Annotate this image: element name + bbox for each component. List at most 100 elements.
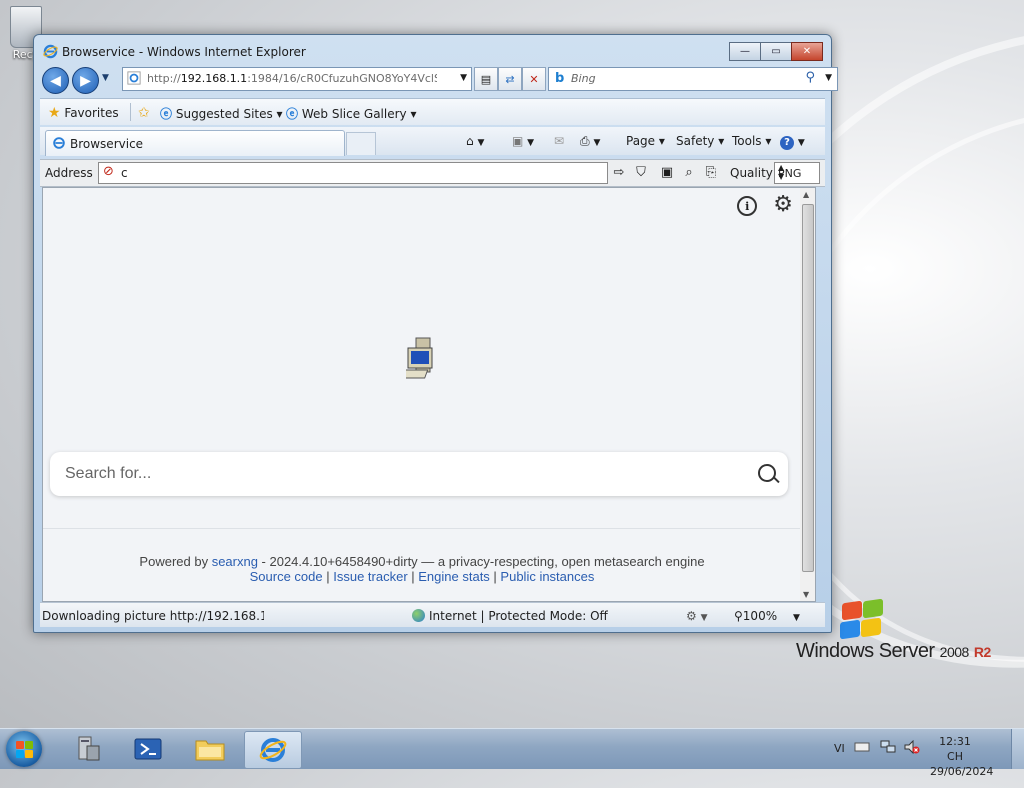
minimize-button[interactable]: — xyxy=(729,42,761,61)
page-footer: Powered by searxng - 2024.4.10+6458490+d… xyxy=(43,554,801,584)
address-label: Address xyxy=(45,166,93,180)
show-desktop-button[interactable] xyxy=(1011,729,1024,769)
security-zone[interactable]: Internet | Protected Mode: Off xyxy=(412,609,608,623)
public-instances-link[interactable]: Public instances xyxy=(500,569,594,584)
zoom-control[interactable]: ⚲100% ▼ xyxy=(734,609,800,623)
start-button[interactable] xyxy=(6,731,42,767)
system-clock[interactable]: 12:31 CH 29/06/2024 xyxy=(930,734,993,779)
clipboard-icon[interactable]: ⎘ xyxy=(702,163,720,181)
ie-page-icon: ⓔ xyxy=(286,107,299,121)
clock-time: 12:31 CH xyxy=(939,735,971,763)
help-icon: ? xyxy=(780,136,794,150)
source-code-link[interactable]: Source code xyxy=(250,569,323,584)
web-slice-gallery-link[interactable]: ⓔ Web Slice Gallery ▾ xyxy=(286,105,416,122)
ie-logo-icon xyxy=(43,44,58,59)
browservice-toolbar: Address ⊘ c ⇨ ⛉ ▣ ⌕ ⎘ Quality PNG ▲ ▼ xyxy=(40,159,825,187)
tab-bar: Browservice ⌂ ▼ ▣ ▼ ✉ ⎙ ▼ Page ▾ Safety … xyxy=(40,127,825,156)
bing-search-box[interactable]: b Bing ⚲ ▼ xyxy=(548,67,838,91)
back-button[interactable]: ◀ xyxy=(42,67,69,94)
ie-page-icon: ⓔ xyxy=(160,107,173,121)
scroll-down-arrow-icon[interactable]: ▼ xyxy=(803,590,809,599)
search-icon[interactable] xyxy=(758,464,776,482)
maximize-button[interactable]: ▭ xyxy=(760,42,792,61)
page-menu[interactable]: Page ▾ xyxy=(626,134,665,148)
language-indicator[interactable]: VI xyxy=(834,742,845,755)
ie-window: Browservice - Windows Internet Explorer … xyxy=(33,34,838,633)
keyboard-icon[interactable] xyxy=(854,740,870,754)
bing-logo-icon: b xyxy=(555,71,565,86)
protected-mode-icon[interactable]: ⚙ ▼ xyxy=(686,609,708,623)
title-bar[interactable]: Browservice - Windows Internet Explorer … xyxy=(34,35,831,65)
search-bar[interactable]: Search for... xyxy=(50,452,788,496)
computer-loading-icon xyxy=(406,337,433,379)
server-manager-icon xyxy=(78,736,100,761)
help-button[interactable]: ? ▼ xyxy=(780,134,805,150)
safety-menu[interactable]: Safety ▾ xyxy=(676,134,724,148)
address-input[interactable]: ⊘ c xyxy=(98,162,608,184)
stop-icon[interactable]: ✕ xyxy=(522,67,546,91)
navigation-bar: ◀ ▶ ▼ http://192.168.1.1:1984/16/cR0Cfuz… xyxy=(40,66,838,94)
explorer-taskbar-button[interactable] xyxy=(182,731,238,767)
address-dropdown-icon[interactable]: ▼ xyxy=(460,73,467,83)
go-arrow-icon[interactable]: ⇨ xyxy=(610,163,628,181)
zoom-magnifier-icon: ⚲ xyxy=(734,609,743,623)
powershell-taskbar-button[interactable] xyxy=(120,731,176,767)
status-progress-text: Downloading picture http://192.168.1.1:1… xyxy=(42,609,264,623)
gear-icon[interactable]: ⚙ xyxy=(773,194,793,216)
address-input-value: c xyxy=(121,166,128,180)
feeds-button[interactable]: ▣ ▼ xyxy=(512,134,534,148)
ie-logo-icon xyxy=(259,738,287,762)
issue-tracker-link[interactable]: Issue tracker xyxy=(333,569,407,584)
print-button[interactable]: ⎙ ▼ xyxy=(580,134,600,149)
taskbar: VI 12:31 CH 29/06/2024 xyxy=(0,728,1024,778)
window-title: Browservice - Windows Internet Explorer xyxy=(62,45,306,59)
suggested-sites-link[interactable]: ⓔ Suggested Sites ▾ xyxy=(160,105,283,122)
find-binoculars-icon[interactable]: ⌕ xyxy=(680,163,698,181)
favorites-bar: ★ Favorites ✩ ⓔ Suggested Sites ▾ ⓔ Web … xyxy=(40,98,825,125)
ie-address-box[interactable]: http://192.168.1.1:1984/16/cR0CfuzuhGNO8… xyxy=(122,67,472,91)
home-button[interactable]: ⌂ ▼ xyxy=(466,134,484,148)
brand-version: 2008 xyxy=(939,644,970,660)
ie-taskbar-button[interactable] xyxy=(244,731,302,769)
tab-browservice[interactable]: Browservice xyxy=(45,130,345,156)
forward-button[interactable]: ▶ xyxy=(72,67,99,94)
read-mail-button[interactable]: ✉ xyxy=(554,134,564,148)
bookmarks-list-icon[interactable]: ▣ xyxy=(658,163,676,181)
vertical-scrollbar[interactable]: ▲ ▼ xyxy=(800,187,816,602)
scrollbar-thumb[interactable] xyxy=(802,204,814,572)
favorites-button[interactable]: ★ Favorites xyxy=(48,105,119,121)
add-to-favorites-bar-icon[interactable]: ✩ xyxy=(138,105,150,121)
powershell-icon xyxy=(134,738,162,760)
scroll-up-arrow-icon[interactable]: ▲ xyxy=(803,190,809,199)
favorites-star-icon: ★ xyxy=(48,105,61,121)
search-icon[interactable]: ⚲ xyxy=(805,70,815,85)
refresh-icon[interactable]: ⇄ xyxy=(498,67,522,91)
brand-release: R2 xyxy=(973,644,991,660)
search-options-dropdown-icon[interactable]: ▼ xyxy=(825,73,832,83)
tools-menu[interactable]: Tools ▾ xyxy=(732,134,771,148)
footer-divider xyxy=(43,528,801,529)
internet-globe-icon xyxy=(412,609,425,622)
engine-stats-link[interactable]: Engine stats xyxy=(418,569,490,584)
compatibility-view-icon[interactable]: ▤ xyxy=(474,67,498,91)
server-manager-taskbar-button[interactable] xyxy=(60,731,116,767)
rss-feed-icon: ▣ xyxy=(512,134,524,148)
network-icon[interactable] xyxy=(880,740,896,754)
page-viewport: i ⚙ Search for... Powered by searxng - 2… xyxy=(42,187,802,602)
bookmark-icon[interactable]: ⛉ xyxy=(632,163,650,181)
new-tab-button[interactable] xyxy=(346,132,376,155)
quality-select[interactable]: PNG ▲ ▼ xyxy=(774,162,820,184)
tab-label: Browservice xyxy=(70,137,144,151)
search-input[interactable]: Search for... xyxy=(65,465,151,483)
volume-muted-icon[interactable] xyxy=(904,740,920,754)
mail-icon: ✉ xyxy=(554,134,565,148)
folder-icon xyxy=(195,740,225,761)
page-ie-icon xyxy=(127,71,141,85)
printer-icon: ⎙ xyxy=(580,134,590,148)
searxng-link[interactable]: searxng xyxy=(212,554,258,569)
recent-pages-dropdown-icon[interactable]: ▼ xyxy=(102,73,109,83)
footer-powered-by: Powered by searxng - 2024.4.10+6458490+d… xyxy=(139,554,705,569)
quality-spinner-icon[interactable]: ▲ ▼ xyxy=(778,163,817,181)
info-icon[interactable]: i xyxy=(737,196,758,216)
close-button[interactable]: ✕ xyxy=(791,42,823,61)
